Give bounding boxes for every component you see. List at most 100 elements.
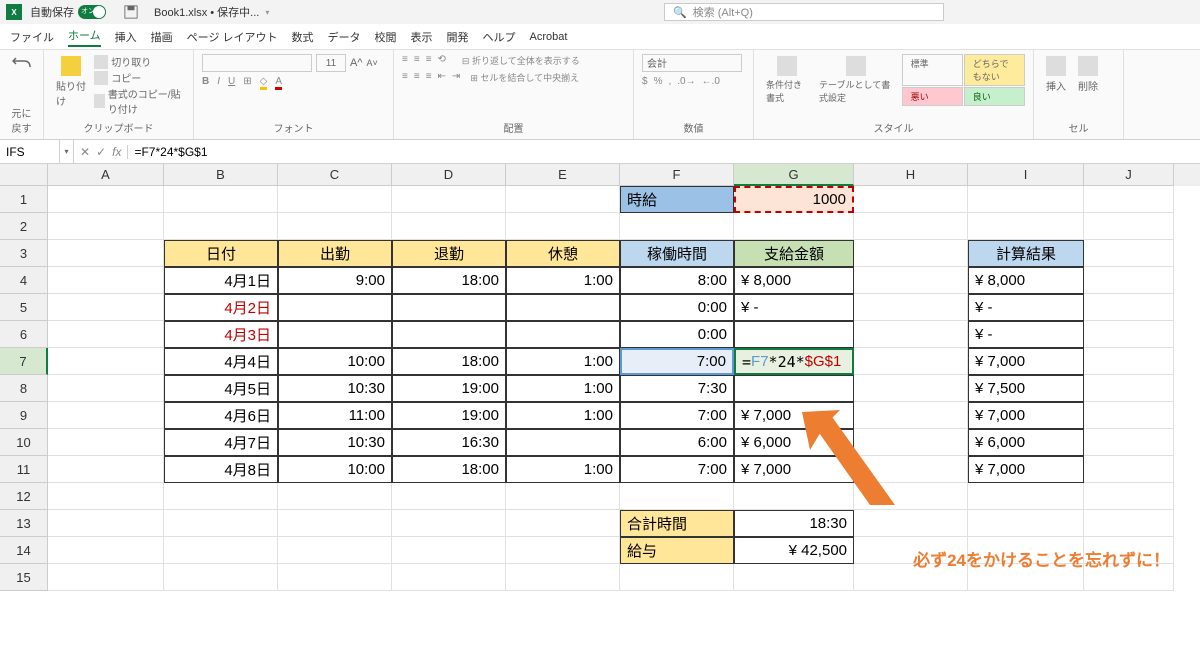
- cell[interactable]: [854, 348, 968, 375]
- cell[interactable]: [1084, 267, 1174, 294]
- cell[interactable]: [278, 510, 392, 537]
- accounting-button[interactable]: $: [642, 76, 648, 87]
- cell-pay[interactable]: ¥ 7,000: [734, 402, 854, 429]
- percent-button[interactable]: %: [654, 76, 663, 87]
- cell[interactable]: [854, 375, 968, 402]
- header-result[interactable]: 計算結果: [968, 240, 1084, 267]
- col-header-E[interactable]: E: [506, 164, 620, 186]
- format-painter-button[interactable]: 書式のコピー/貼り付け: [94, 86, 185, 116]
- cell-result[interactable]: ¥ 7,000: [968, 348, 1084, 375]
- cell[interactable]: [506, 510, 620, 537]
- cell-pay-formula[interactable]: =F7*24*$G$1: [734, 348, 854, 375]
- cell[interactable]: [854, 213, 968, 240]
- menu-view[interactable]: 表示: [411, 29, 433, 45]
- align-left-button[interactable]: ≡: [402, 71, 408, 84]
- insert-cells-button[interactable]: 挿入: [1042, 54, 1070, 95]
- col-header-J[interactable]: J: [1084, 164, 1174, 186]
- border-button[interactable]: ⊞: [243, 76, 251, 90]
- col-header-A[interactable]: A: [48, 164, 164, 186]
- cell[interactable]: [278, 483, 392, 510]
- col-header-H[interactable]: H: [854, 164, 968, 186]
- cell-pay[interactable]: [734, 375, 854, 402]
- italic-button[interactable]: I: [217, 76, 220, 90]
- cell-break[interactable]: 1:00: [506, 348, 620, 375]
- cell-total-label[interactable]: 合計時間: [620, 510, 734, 537]
- fx-icon[interactable]: fx: [112, 145, 121, 159]
- cell-in[interactable]: [278, 294, 392, 321]
- conditional-format-button[interactable]: 条件付き書式: [762, 54, 811, 106]
- cell[interactable]: [164, 186, 278, 213]
- align-middle-button[interactable]: ≡: [414, 54, 420, 67]
- cell[interactable]: [620, 483, 734, 510]
- cell[interactable]: [48, 267, 164, 294]
- menu-developer[interactable]: 開発: [447, 29, 469, 45]
- cell[interactable]: [854, 510, 968, 537]
- decrease-decimal-button[interactable]: ←.0: [702, 76, 720, 87]
- cell[interactable]: [48, 213, 164, 240]
- cell[interactable]: [48, 564, 164, 591]
- cell-pay[interactable]: ¥ -: [734, 294, 854, 321]
- cell[interactable]: [968, 483, 1084, 510]
- row-header-9[interactable]: 9: [0, 402, 48, 429]
- cell[interactable]: [278, 186, 392, 213]
- cell-date[interactable]: 4月4日: [164, 348, 278, 375]
- cell[interactable]: [854, 402, 968, 429]
- header-pay[interactable]: 支給金額: [734, 240, 854, 267]
- col-header-F[interactable]: F: [620, 164, 734, 186]
- underline-button[interactable]: U: [228, 76, 235, 90]
- cancel-icon[interactable]: ✕: [80, 145, 90, 159]
- align-center-button[interactable]: ≡: [414, 71, 420, 84]
- cell-F1[interactable]: 時給: [620, 186, 734, 213]
- cut-button[interactable]: 切り取り: [94, 54, 185, 69]
- cell[interactable]: [734, 564, 854, 591]
- cell-in[interactable]: 10:30: [278, 429, 392, 456]
- cell-worktime[interactable]: 6:00: [620, 429, 734, 456]
- bold-button[interactable]: B: [202, 76, 209, 90]
- cell[interactable]: [392, 213, 506, 240]
- align-right-button[interactable]: ≡: [426, 71, 432, 84]
- align-bottom-button[interactable]: ≡: [426, 54, 432, 67]
- cell-date[interactable]: 4月3日: [164, 321, 278, 348]
- cell[interactable]: [1084, 402, 1174, 429]
- cell[interactable]: [854, 240, 968, 267]
- menu-data[interactable]: データ: [328, 29, 361, 45]
- row-header-1[interactable]: 1: [0, 186, 48, 213]
- cell[interactable]: [1084, 456, 1174, 483]
- col-header-C[interactable]: C: [278, 164, 392, 186]
- row-header-3[interactable]: 3: [0, 240, 48, 267]
- cell[interactable]: [968, 186, 1084, 213]
- cell[interactable]: [48, 348, 164, 375]
- cell-total-value[interactable]: 18:30: [734, 510, 854, 537]
- row-header-10[interactable]: 10: [0, 429, 48, 456]
- cell-G1[interactable]: 1000: [734, 186, 854, 213]
- cell-out[interactable]: 16:30: [392, 429, 506, 456]
- paste-button[interactable]: 貼り付け: [52, 54, 90, 110]
- cell-in[interactable]: 9:00: [278, 267, 392, 294]
- cell-in[interactable]: [278, 321, 392, 348]
- cell[interactable]: [620, 564, 734, 591]
- increase-font-button[interactable]: A^: [350, 57, 363, 69]
- cell[interactable]: [506, 186, 620, 213]
- cell-date[interactable]: 4月2日: [164, 294, 278, 321]
- fill-color-button[interactable]: ◇: [260, 76, 268, 90]
- row-header-14[interactable]: 14: [0, 537, 48, 564]
- cell-pay[interactable]: ¥ 6,000: [734, 429, 854, 456]
- cell[interactable]: [734, 213, 854, 240]
- cell-result[interactable]: ¥ 7,000: [968, 402, 1084, 429]
- comma-button[interactable]: ,: [668, 76, 671, 87]
- merge-center-button[interactable]: ⊞ セルを結合して中央揃え: [470, 71, 579, 84]
- cell[interactable]: [1084, 348, 1174, 375]
- col-header-I[interactable]: I: [968, 164, 1084, 186]
- row-header-13[interactable]: 13: [0, 510, 48, 537]
- number-format-select[interactable]: 会計: [642, 54, 742, 72]
- cell[interactable]: [1084, 483, 1174, 510]
- cell-date[interactable]: 4月5日: [164, 375, 278, 402]
- style-neutral[interactable]: どちらでもない: [964, 54, 1025, 86]
- row-header-5[interactable]: 5: [0, 294, 48, 321]
- cell[interactable]: [854, 267, 968, 294]
- menu-insert[interactable]: 挿入: [115, 29, 137, 45]
- cell-break[interactable]: 1:00: [506, 456, 620, 483]
- cell[interactable]: [48, 483, 164, 510]
- cell-worktime[interactable]: 0:00: [620, 294, 734, 321]
- indent-increase-button[interactable]: ⇥: [452, 71, 460, 84]
